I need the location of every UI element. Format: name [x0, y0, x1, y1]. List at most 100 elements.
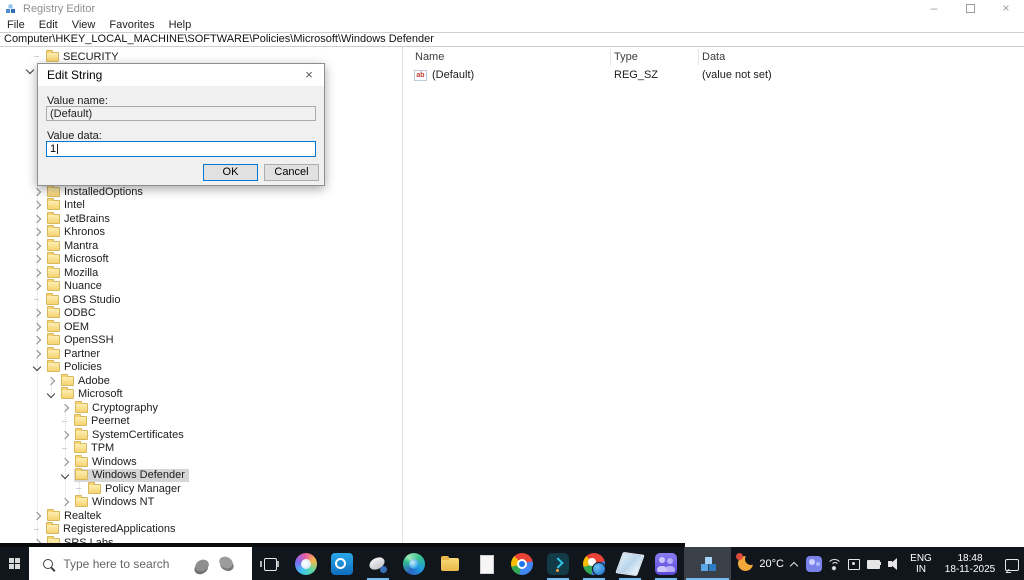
tree-item-windows[interactable]: Windows: [0, 454, 386, 469]
ok-button[interactable]: OK: [203, 164, 258, 181]
expand-chevron-icon[interactable]: [60, 430, 70, 439]
tree-item-microsoft[interactable]: Microsoft: [0, 252, 386, 267]
action-center-button[interactable]: [1002, 547, 1022, 580]
column-header-data[interactable]: Data: [702, 51, 725, 63]
language-indicator[interactable]: ENG IN: [904, 553, 938, 575]
regedit-taskbar-button[interactable]: [684, 547, 732, 580]
expand-chevron-icon[interactable]: [60, 403, 70, 412]
expand-chevron-icon[interactable]: [46, 376, 56, 385]
column-header-name[interactable]: Name: [415, 51, 444, 63]
maximize-button[interactable]: [952, 0, 988, 17]
expand-chevron-icon[interactable]: [32, 268, 42, 277]
chrome-profile-taskbar-button[interactable]: [576, 547, 612, 580]
edge-taskbar-button[interactable]: [396, 547, 432, 580]
tree-item-tpm[interactable]: TPM: [0, 441, 386, 456]
dialog-close-icon[interactable]: ×: [294, 64, 324, 86]
tree-item-realtek[interactable]: Realtek: [0, 508, 386, 523]
tree-item-oem[interactable]: OEM: [0, 319, 386, 334]
address-bar[interactable]: Computer\HKEY_LOCAL_MACHINE\SOFTWARE\Pol…: [0, 32, 1024, 47]
taskbar-search[interactable]: Type here to search: [29, 547, 253, 580]
tree-item-khronos[interactable]: Khronos: [0, 225, 386, 240]
expand-chevron-icon[interactable]: [32, 349, 42, 358]
mouse-app-taskbar-button[interactable]: [360, 547, 396, 580]
tree-item-adobe[interactable]: Adobe: [0, 373, 386, 388]
menu-file[interactable]: File: [0, 19, 32, 31]
tree-connector: [34, 56, 39, 58]
copilot-taskbar-button[interactable]: [288, 547, 324, 580]
expand-chevron-icon[interactable]: [32, 322, 42, 331]
tree-item-microsoft[interactable]: Microsoft: [0, 387, 386, 402]
volume-tray-button[interactable]: [884, 547, 904, 580]
panel-splitter[interactable]: [402, 47, 403, 543]
tree-item-systemcertificates[interactable]: SystemCertificates: [0, 427, 386, 442]
expand-chevron-icon[interactable]: [32, 228, 42, 237]
close-button[interactable]: ×: [988, 0, 1024, 17]
expand-chevron-icon[interactable]: [60, 457, 70, 466]
column-separator[interactable]: [698, 49, 699, 65]
device-tray-button[interactable]: [844, 547, 864, 580]
task-view-taskbar-button[interactable]: [252, 547, 288, 580]
tree-item-windows-nt[interactable]: Windows NT: [0, 495, 386, 510]
menu-edit[interactable]: Edit: [32, 19, 65, 31]
tree-item-obs-studio[interactable]: OBS Studio: [0, 292, 386, 307]
chrome-taskbar-button[interactable]: [504, 547, 540, 580]
expand-chevron-icon[interactable]: [32, 511, 42, 520]
menu-favorites[interactable]: Favorites: [102, 19, 161, 31]
expand-chevron-icon[interactable]: [32, 241, 42, 250]
expand-chevron-icon[interactable]: [32, 336, 42, 345]
dialog-title-bar[interactable]: Edit String ×: [38, 64, 324, 86]
start-button[interactable]: [0, 547, 29, 580]
collapse-chevron-icon[interactable]: [60, 471, 70, 480]
photos-taskbar-button[interactable]: [612, 547, 648, 580]
clock[interactable]: 18:48 18-11-2025: [938, 553, 1002, 575]
column-header-type[interactable]: Type: [614, 51, 638, 63]
weather-widget[interactable]: 20°C: [736, 547, 784, 580]
media-app-taskbar-button[interactable]: [540, 547, 576, 580]
tree-item-policies[interactable]: Policies: [0, 360, 386, 375]
collapse-chevron-icon[interactable]: [32, 363, 42, 372]
tree-item-mozilla[interactable]: Mozilla: [0, 265, 386, 280]
tree-item-openssh[interactable]: OpenSSH: [0, 333, 386, 348]
expand-chevron-icon[interactable]: [32, 187, 42, 196]
tree-item-policy-manager[interactable]: Policy Manager: [0, 481, 386, 496]
tree-item-cryptography[interactable]: Cryptography: [0, 400, 386, 415]
cancel-button[interactable]: Cancel: [264, 164, 319, 181]
tree-item-nuance[interactable]: Nuance: [0, 279, 386, 294]
value-name-field[interactable]: (Default): [46, 106, 316, 121]
tree-item-odbc[interactable]: ODBC: [0, 306, 386, 321]
menu-help[interactable]: Help: [162, 19, 199, 31]
expand-chevron-icon[interactable]: [32, 255, 42, 264]
expand-chevron-icon[interactable]: [32, 201, 42, 210]
value-row-default[interactable]: (Default) REG_SZ (value not set): [407, 68, 1024, 83]
column-separator[interactable]: [610, 49, 611, 65]
tree-item-windows-defender[interactable]: Windows Defender: [0, 468, 386, 482]
tree-item-peernet[interactable]: Peernet: [0, 414, 386, 429]
notepad-taskbar-button[interactable]: [468, 547, 504, 580]
minimize-button[interactable]: –: [916, 0, 952, 17]
battery-tray-button[interactable]: [864, 547, 884, 580]
file-explorer-taskbar-button[interactable]: [432, 547, 468, 580]
tree-item-registeredapplications[interactable]: RegisteredApplications: [0, 522, 386, 537]
expand-chevron-icon[interactable]: [60, 498, 70, 507]
chevron-up-tray-button[interactable]: [784, 547, 804, 580]
outlook-taskbar-button[interactable]: [324, 547, 360, 580]
expand-chevron-icon[interactable]: [32, 309, 42, 318]
menu-view[interactable]: View: [65, 19, 103, 31]
collapse-chevron-icon[interactable]: [46, 390, 56, 399]
values-list-panel[interactable]: Name Type Data (Default) REG_SZ (value not…: [407, 47, 1024, 543]
tree-item-srs-labs[interactable]: SRS Labs: [0, 535, 386, 543]
wifi-tray-button[interactable]: [824, 547, 844, 580]
expand-chevron-icon[interactable]: [32, 282, 42, 291]
value-data-field[interactable]: 1: [46, 141, 316, 157]
headphones-image[interactable]: [192, 550, 236, 577]
tree-item-mantra[interactable]: Mantra: [0, 238, 386, 253]
tree-item-partner[interactable]: Partner: [0, 346, 386, 361]
tree-item-security[interactable]: SECURITY: [0, 49, 386, 64]
expand-chevron-icon[interactable]: [32, 214, 42, 223]
tree-item-jetbrains[interactable]: JetBrains: [0, 211, 386, 226]
teams-tray-button[interactable]: [804, 547, 824, 580]
people-taskbar-button[interactable]: [648, 547, 684, 580]
tree-item-intel[interactable]: Intel: [0, 198, 386, 213]
tree-item-label: Nuance: [64, 280, 102, 293]
tree-item-installedoptions[interactable]: InstalledOptions: [0, 184, 386, 199]
